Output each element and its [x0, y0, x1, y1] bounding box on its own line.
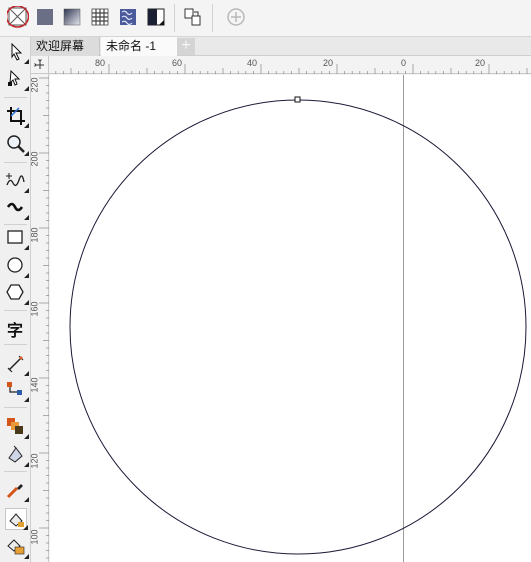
toolbox-separator — [4, 162, 27, 163]
parallel-dimension-tool[interactable] — [5, 353, 29, 376]
crop-tool[interactable] — [5, 105, 29, 128]
postscript-fill-icon — [147, 8, 165, 26]
toolbox-separator — [4, 97, 27, 98]
drawing-layer — [69, 96, 527, 555]
ruler-label: 140 — [29, 377, 40, 393]
text-tool-glyph: 字 — [7, 321, 24, 340]
artistic-media-tool[interactable] — [5, 197, 29, 220]
document-tabs: 欢迎屏幕 未命名 -1 + — [31, 37, 531, 56]
toolbox-separator — [4, 344, 27, 345]
polygon-tool[interactable] — [5, 282, 29, 305]
toolbox-separator — [4, 471, 27, 472]
vertical-ruler-ticks — [39, 77, 49, 559]
interactive-fill-tool[interactable] — [5, 508, 28, 530]
ruler-origin-icon — [34, 59, 44, 69]
tab-untitled-document[interactable]: 未命名 -1 — [101, 37, 177, 56]
ruler-label: 100 — [29, 529, 40, 545]
toolbar-separator — [174, 4, 175, 32]
ruler-label: 220 — [29, 77, 40, 93]
circle-node-handle[interactable] — [294, 96, 301, 103]
ruler-origin[interactable] — [31, 56, 49, 74]
ruler-label: 60 — [172, 58, 183, 68]
shape-tool[interactable] — [5, 68, 29, 91]
fountain-fill-icon — [63, 8, 81, 26]
vertical-ruler[interactable]: 220 200 180 160 140 120 100 — [29, 74, 49, 562]
copy-fill-icon — [184, 8, 201, 26]
toolbar-separator — [212, 4, 213, 32]
text-tool[interactable]: 字 — [5, 316, 27, 340]
smart-fill-tool[interactable] — [5, 536, 29, 559]
eyedropper-tool[interactable] — [5, 479, 29, 502]
ruler-label: 20 — [475, 58, 486, 68]
coreldraw-window: 字 欢迎屏幕 未命名 -1 + 80 60 40 20 0 20 220 200… — [0, 0, 531, 562]
add-tab-button[interactable]: + — [177, 38, 195, 55]
uniform-fill-button[interactable] — [35, 6, 57, 28]
tab-welcome-screen[interactable]: 欢迎屏幕 — [31, 37, 100, 56]
transparency-tool[interactable] — [5, 444, 29, 467]
ruler-label: 180 — [29, 227, 40, 243]
texture-fill-button[interactable] — [118, 6, 140, 28]
pattern-fill-button[interactable] — [90, 6, 112, 28]
connector-tool[interactable] — [5, 379, 29, 402]
zoom-tool[interactable] — [5, 133, 29, 156]
ruler-label: 40 — [247, 58, 258, 68]
postscript-fill-button[interactable] — [146, 6, 168, 28]
horizontal-ruler[interactable]: 80 60 40 20 0 20 — [31, 56, 531, 74]
no-fill-icon — [5, 5, 30, 28]
texture-fill-icon — [120, 9, 136, 26]
uniform-fill-icon — [37, 9, 53, 25]
ellipse-tool[interactable] — [5, 255, 29, 278]
drawing-canvas[interactable] — [50, 75, 531, 562]
ruler-label: 200 — [29, 151, 40, 167]
ruler-label: 0 — [401, 58, 407, 68]
ruler-label: 80 — [95, 58, 106, 68]
property-bar — [0, 0, 531, 37]
horizontal-ruler-ticks — [32, 64, 528, 74]
toolbox: 字 — [0, 37, 31, 562]
plus-circle-icon — [227, 8, 245, 26]
freehand-tool[interactable] — [5, 170, 29, 193]
rectangle-tool[interactable] — [5, 227, 29, 250]
toolbox-separator — [4, 224, 27, 225]
fountain-fill-button[interactable] — [62, 6, 84, 28]
add-button[interactable] — [225, 6, 247, 28]
pick-tool[interactable] — [5, 41, 29, 64]
toolbox-separator — [4, 407, 27, 408]
ruler-label: 160 — [29, 301, 40, 317]
toolbox-separator — [4, 310, 27, 311]
blend-tool[interactable] — [5, 416, 29, 439]
copy-fill-button[interactable] — [182, 6, 204, 28]
ruler-label: 20 — [323, 58, 334, 68]
no-fill-button[interactable] — [5, 5, 30, 28]
ruler-label: 120 — [29, 453, 40, 469]
pattern-fill-icon — [91, 8, 109, 26]
circle-shape[interactable] — [69, 99, 527, 555]
